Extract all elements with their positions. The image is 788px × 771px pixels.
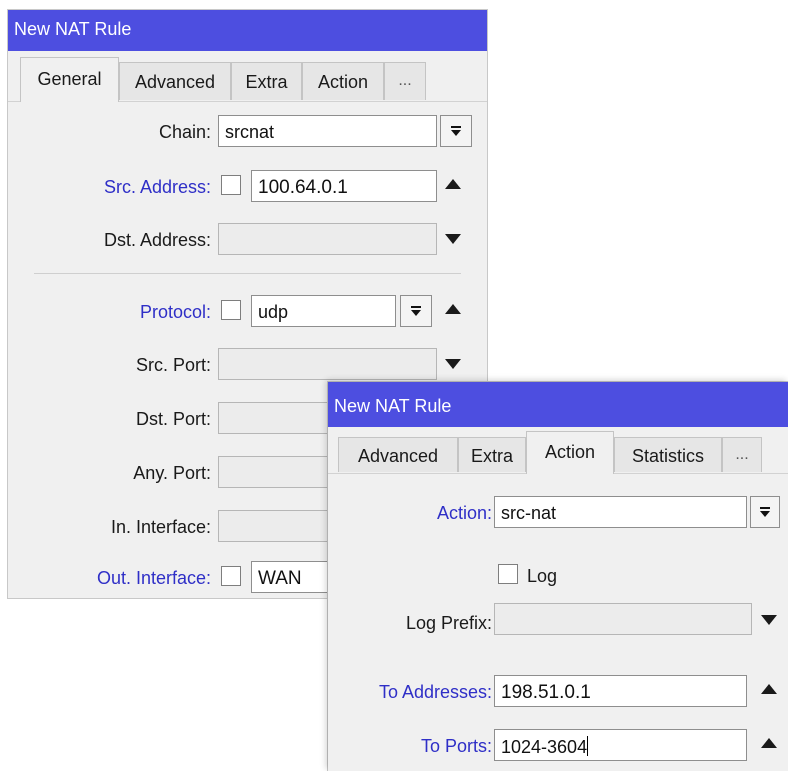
- out-interface-invert-checkbox[interactable]: [221, 566, 241, 586]
- nat-rule-window-action: New NAT Rule Advanced Extra Action Stati…: [328, 382, 788, 771]
- protocol-row: Protocol: udp: [8, 295, 487, 329]
- log-prefix-input[interactable]: [494, 603, 752, 635]
- dst-address-input[interactable]: [218, 223, 437, 255]
- any-port-label: Any. Port:: [133, 463, 211, 483]
- src-address-invert-checkbox[interactable]: [221, 175, 241, 195]
- protocol-invert-checkbox[interactable]: [221, 300, 241, 320]
- chain-row: Chain: srcnat: [8, 115, 487, 149]
- log-checkbox[interactable]: [498, 564, 518, 584]
- window-title-bar[interactable]: New NAT Rule: [328, 382, 788, 427]
- collapse-field-icon[interactable]: [445, 179, 461, 189]
- window-title: New NAT Rule: [334, 396, 452, 416]
- log-prefix-row: Log Prefix:: [328, 603, 788, 637]
- dropdown-arrow-icon: [760, 507, 770, 517]
- protocol-dropdown-button[interactable]: [400, 295, 432, 327]
- to-ports-input[interactable]: 1024-3604: [494, 729, 747, 761]
- action-row: Action: src-nat: [328, 496, 788, 530]
- section-divider: [34, 273, 461, 274]
- dropdown-arrow-icon: [411, 306, 421, 316]
- protocol-label[interactable]: Protocol:: [140, 302, 211, 323]
- tab-action[interactable]: Action: [526, 431, 614, 474]
- collapse-field-icon[interactable]: [445, 304, 461, 314]
- to-ports-value: 1024-3604: [501, 737, 588, 757]
- log-row: Log: [328, 558, 788, 592]
- to-ports-row: To Ports: 1024-3604: [328, 729, 788, 763]
- chain-label: Chain:: [158, 122, 211, 142]
- action-dropdown-button[interactable]: [750, 496, 780, 528]
- dst-address-label: Dst. Address:: [103, 230, 211, 250]
- src-address-row: Src. Address: 100.64.0.1: [8, 170, 487, 204]
- src-address-label[interactable]: Src. Address:: [104, 177, 211, 198]
- to-addresses-row: To Addresses: 198.51.0.1: [328, 675, 788, 709]
- tab-bar: Advanced Extra Action Statistics ...: [328, 427, 788, 474]
- src-port-label: Src. Port:: [135, 355, 211, 375]
- action-label[interactable]: Action:: [437, 503, 492, 524]
- dst-address-row: Dst. Address:: [8, 223, 487, 257]
- src-address-input[interactable]: 100.64.0.1: [251, 170, 437, 202]
- tab-extra[interactable]: Extra: [231, 62, 302, 100]
- collapse-field-icon[interactable]: [761, 684, 777, 694]
- out-interface-label[interactable]: Out. Interface:: [97, 568, 211, 589]
- dropdown-arrow-icon: [451, 126, 461, 136]
- tab-bar: General Advanced Extra Action ...: [8, 51, 487, 102]
- log-label[interactable]: Log: [527, 566, 557, 587]
- collapse-field-icon[interactable]: [761, 738, 777, 748]
- tab-general[interactable]: General: [20, 57, 119, 102]
- action-select[interactable]: src-nat: [494, 496, 747, 528]
- to-ports-label[interactable]: To Ports:: [421, 736, 492, 757]
- text-cursor: [587, 736, 589, 756]
- tab-advanced[interactable]: Advanced: [338, 437, 458, 472]
- dst-port-label: Dst. Port:: [135, 409, 211, 429]
- chain-select[interactable]: srcnat: [218, 115, 437, 147]
- in-interface-label: In. Interface:: [110, 517, 211, 537]
- tab-more[interactable]: ...: [722, 437, 762, 472]
- expand-field-icon[interactable]: [445, 359, 461, 369]
- chain-dropdown-button[interactable]: [440, 115, 472, 147]
- tab-action[interactable]: Action: [302, 62, 384, 100]
- window-title-bar[interactable]: New NAT Rule: [8, 10, 487, 51]
- tab-extra[interactable]: Extra: [458, 437, 526, 472]
- expand-field-icon[interactable]: [761, 615, 777, 625]
- tab-statistics[interactable]: Statistics: [614, 437, 722, 472]
- src-port-row: Src. Port:: [8, 348, 487, 382]
- to-addresses-input[interactable]: 198.51.0.1: [494, 675, 747, 707]
- to-addresses-label[interactable]: To Addresses:: [379, 682, 492, 703]
- src-port-input[interactable]: [218, 348, 437, 380]
- expand-field-icon[interactable]: [445, 234, 461, 244]
- protocol-select[interactable]: udp: [251, 295, 396, 327]
- window-title: New NAT Rule: [14, 19, 132, 39]
- tab-advanced[interactable]: Advanced: [119, 62, 231, 100]
- log-prefix-label: Log Prefix:: [405, 613, 492, 633]
- tab-more[interactable]: ...: [384, 62, 426, 100]
